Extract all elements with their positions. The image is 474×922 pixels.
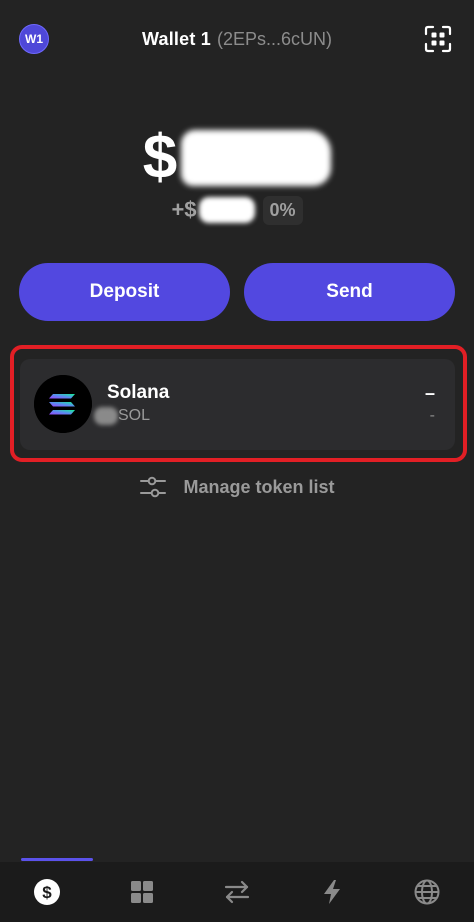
header: W1 Wallet 1 (2EPs...6cUN) (0, 0, 474, 78)
nav-tab-activity[interactable] (284, 862, 379, 922)
sliders-icon (140, 476, 167, 498)
wallet-avatar[interactable]: W1 (19, 24, 49, 54)
lightning-icon (323, 880, 340, 904)
wallet-screen: W1 Wallet 1 (2EPs...6cUN) $ +$ 0% Deposi… (0, 0, 474, 922)
highlight-box (10, 345, 467, 462)
manage-token-list-button[interactable]: Manage token list (0, 472, 474, 502)
grid-icon (131, 881, 154, 903)
nav-tab-collectibles[interactable] (95, 862, 190, 922)
swap-icon (224, 880, 250, 904)
balance-change: +$ 0% (0, 192, 474, 228)
nav-tab-browser[interactable] (379, 862, 474, 922)
redacted-balance (181, 130, 332, 186)
manage-token-list-label: Manage token list (183, 476, 335, 497)
nav-tab-swap[interactable] (190, 862, 285, 922)
send-button[interactable]: Send (244, 263, 455, 321)
globe-icon (414, 879, 440, 905)
currency-symbol: $ (142, 123, 178, 192)
change-percent-badge: 0% (262, 195, 303, 225)
bottom-nav: $ (0, 862, 474, 922)
redacted-change (198, 197, 255, 223)
svg-text:$: $ (43, 883, 53, 902)
active-tab-indicator (21, 858, 93, 861)
change-prefix: +$ (171, 197, 197, 222)
dollar-icon: $ (34, 879, 61, 905)
total-balance: $ (0, 118, 474, 198)
deposit-button[interactable]: Deposit (19, 263, 230, 321)
wallet-address[interactable]: (2EPs...6cUN) (217, 29, 332, 50)
nav-tab-wallet[interactable]: $ (0, 862, 95, 922)
wallet-name[interactable]: Wallet 1 (142, 29, 211, 50)
qr-scan-icon[interactable] (424, 25, 452, 53)
